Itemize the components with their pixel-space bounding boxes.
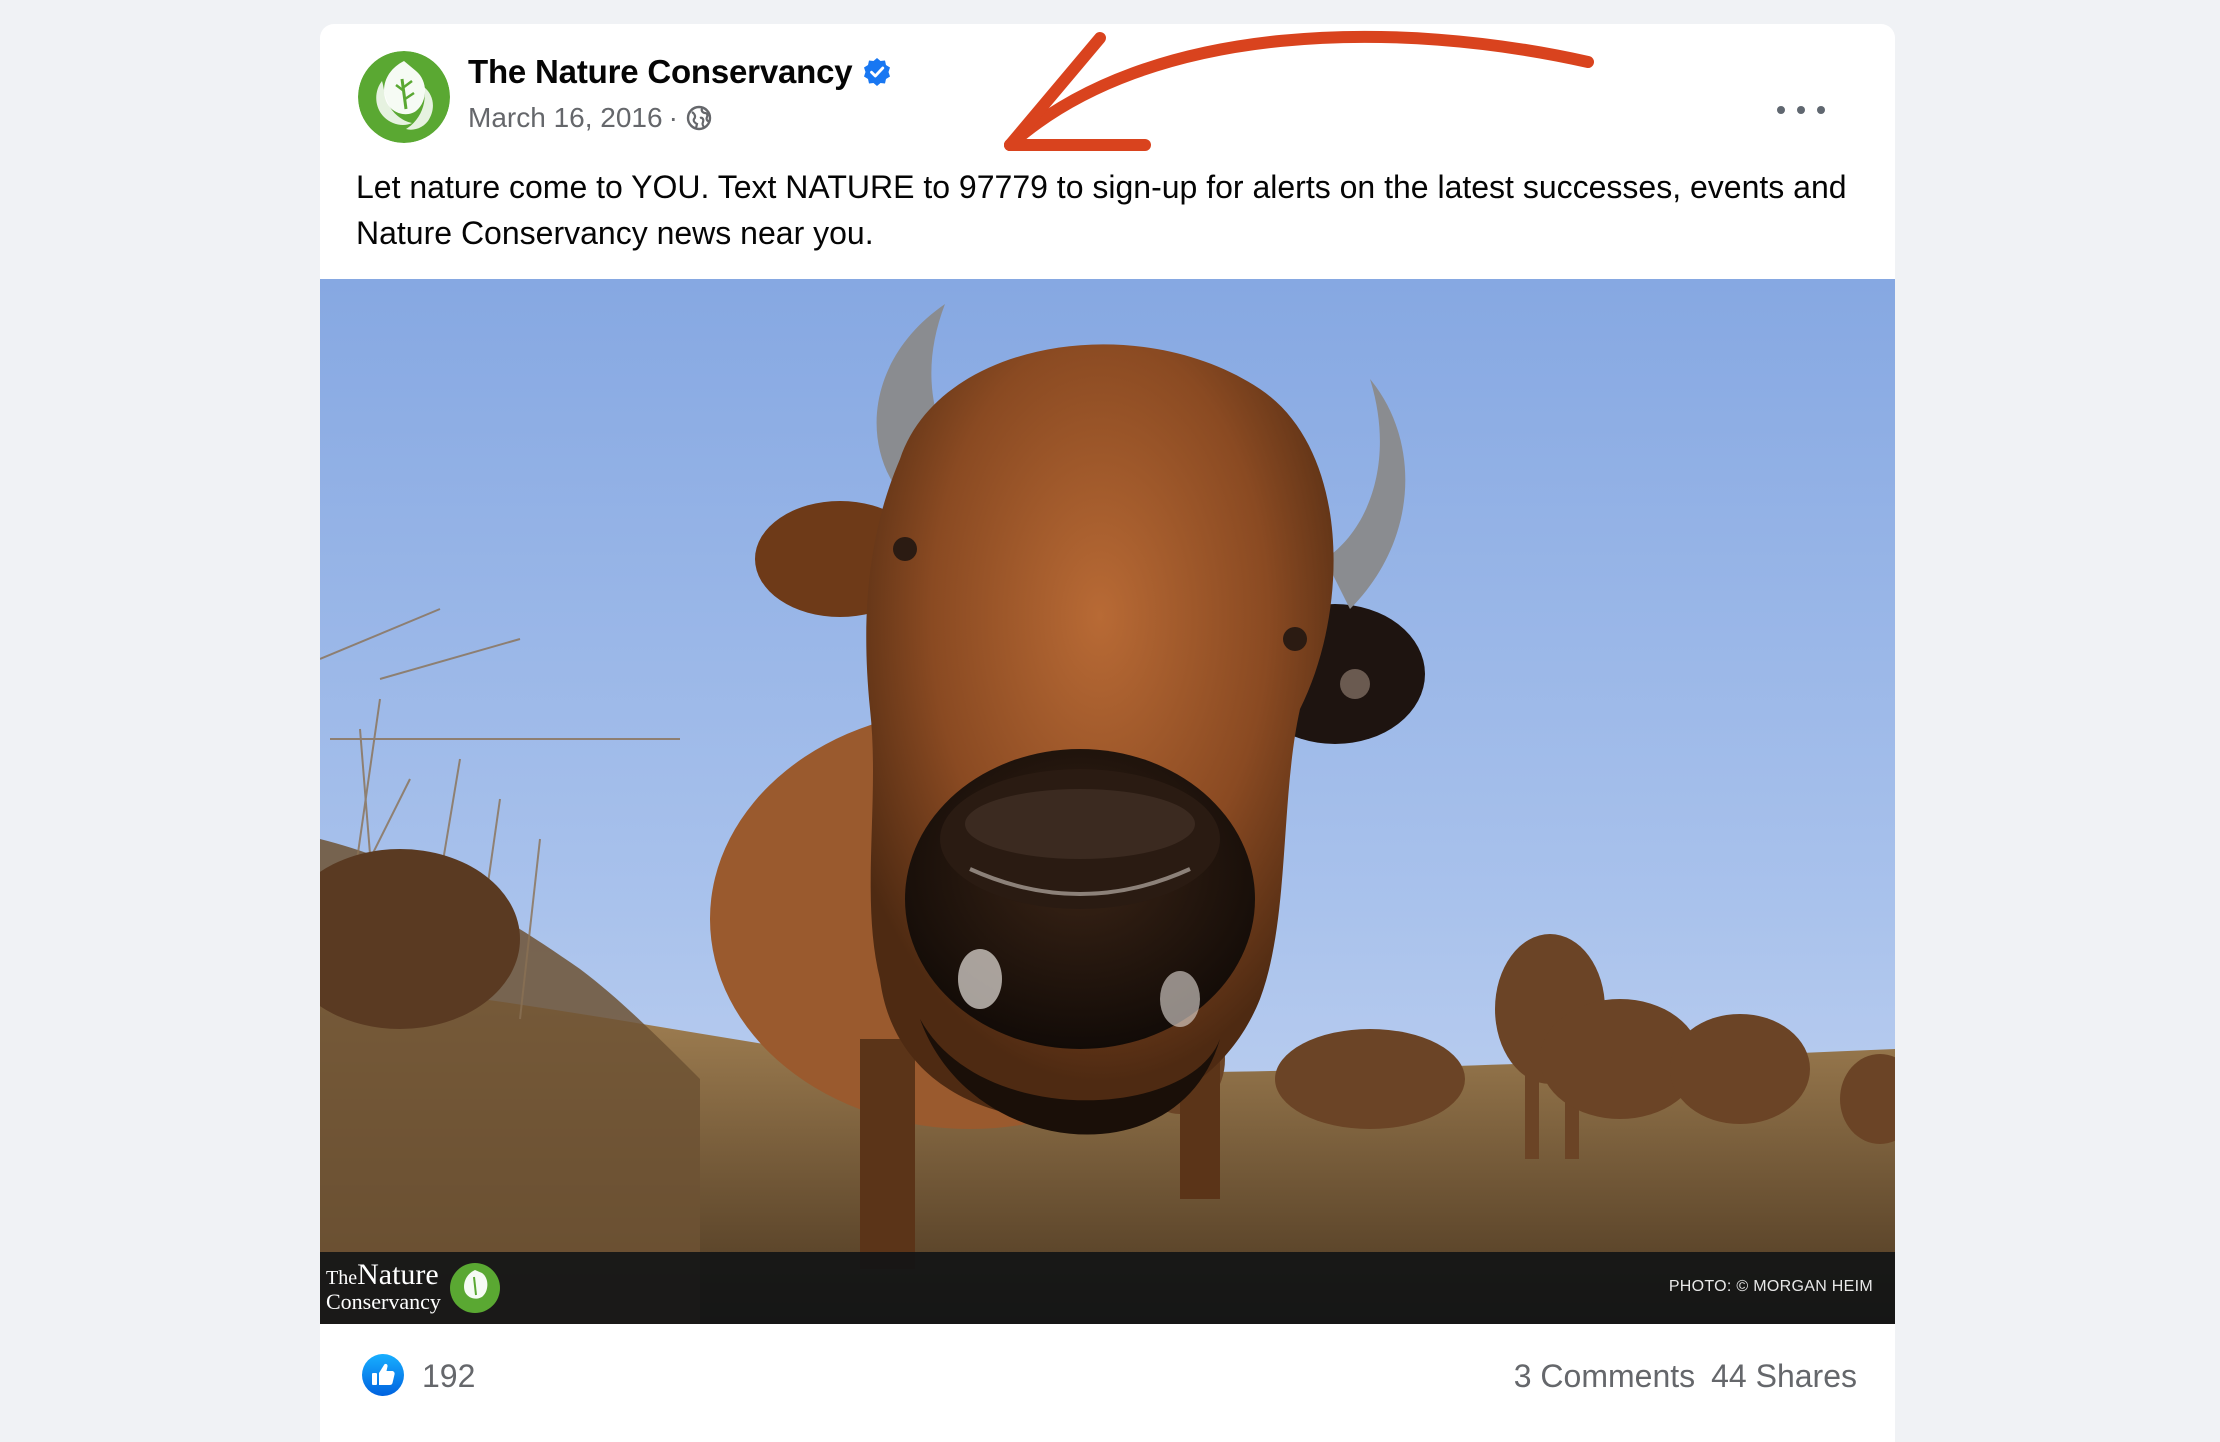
post-photo[interactable]: TheNature Conservancy PHOTO: © MORGAN HE… bbox=[320, 279, 1895, 1324]
meta-separator: · bbox=[668, 102, 678, 133]
photo-caption-bar: TheNature Conservancy PHOTO: © MORGAN HE… bbox=[320, 1252, 1895, 1324]
post-header: The Nature Conservancy March 16, 2016 · bbox=[320, 24, 1895, 149]
post-card: The Nature Conservancy March 16, 2016 · … bbox=[320, 24, 1895, 1442]
photo-credit: PHOTO: © MORGAN HEIM bbox=[1668, 1278, 1873, 1295]
page-name-link[interactable]: The Nature Conservancy bbox=[468, 53, 853, 91]
watermark-conservancy: Conservancy bbox=[326, 1288, 441, 1314]
engagement-counts: 3 Comments 44 Shares bbox=[1514, 1358, 1857, 1395]
page-avatar[interactable] bbox=[358, 51, 450, 143]
nature-conservancy-leaf-icon bbox=[449, 1263, 500, 1313]
post-meta: March 16, 2016 · bbox=[468, 100, 712, 136]
verified-badge-icon bbox=[864, 58, 891, 86]
post-stats: 192 3 Comments 44 Shares bbox=[320, 1324, 1895, 1442]
like-count[interactable]: 192 bbox=[422, 1358, 475, 1395]
watermark-text: TheNature Conservancy bbox=[326, 1259, 441, 1314]
watermark-the: The bbox=[326, 1266, 358, 1289]
page-name-row: The Nature Conservancy bbox=[468, 50, 892, 94]
watermark-nature: Nature bbox=[357, 1257, 439, 1291]
more-options-icon[interactable] bbox=[1777, 98, 1825, 122]
post-date-link[interactable]: March 16, 2016 bbox=[468, 102, 663, 134]
watermark-logo: TheNature Conservancy bbox=[326, 1259, 501, 1314]
globe-icon[interactable] bbox=[686, 105, 712, 131]
shares-count-link[interactable]: 44 Shares bbox=[1711, 1358, 1857, 1395]
comments-count-link[interactable]: 3 Comments bbox=[1514, 1358, 1695, 1395]
post-message: Let nature come to YOU. Text NATURE to 9… bbox=[356, 169, 1847, 251]
bison-photo-illustration bbox=[320, 279, 1895, 1324]
thumbs-up-icon[interactable] bbox=[362, 1354, 404, 1396]
